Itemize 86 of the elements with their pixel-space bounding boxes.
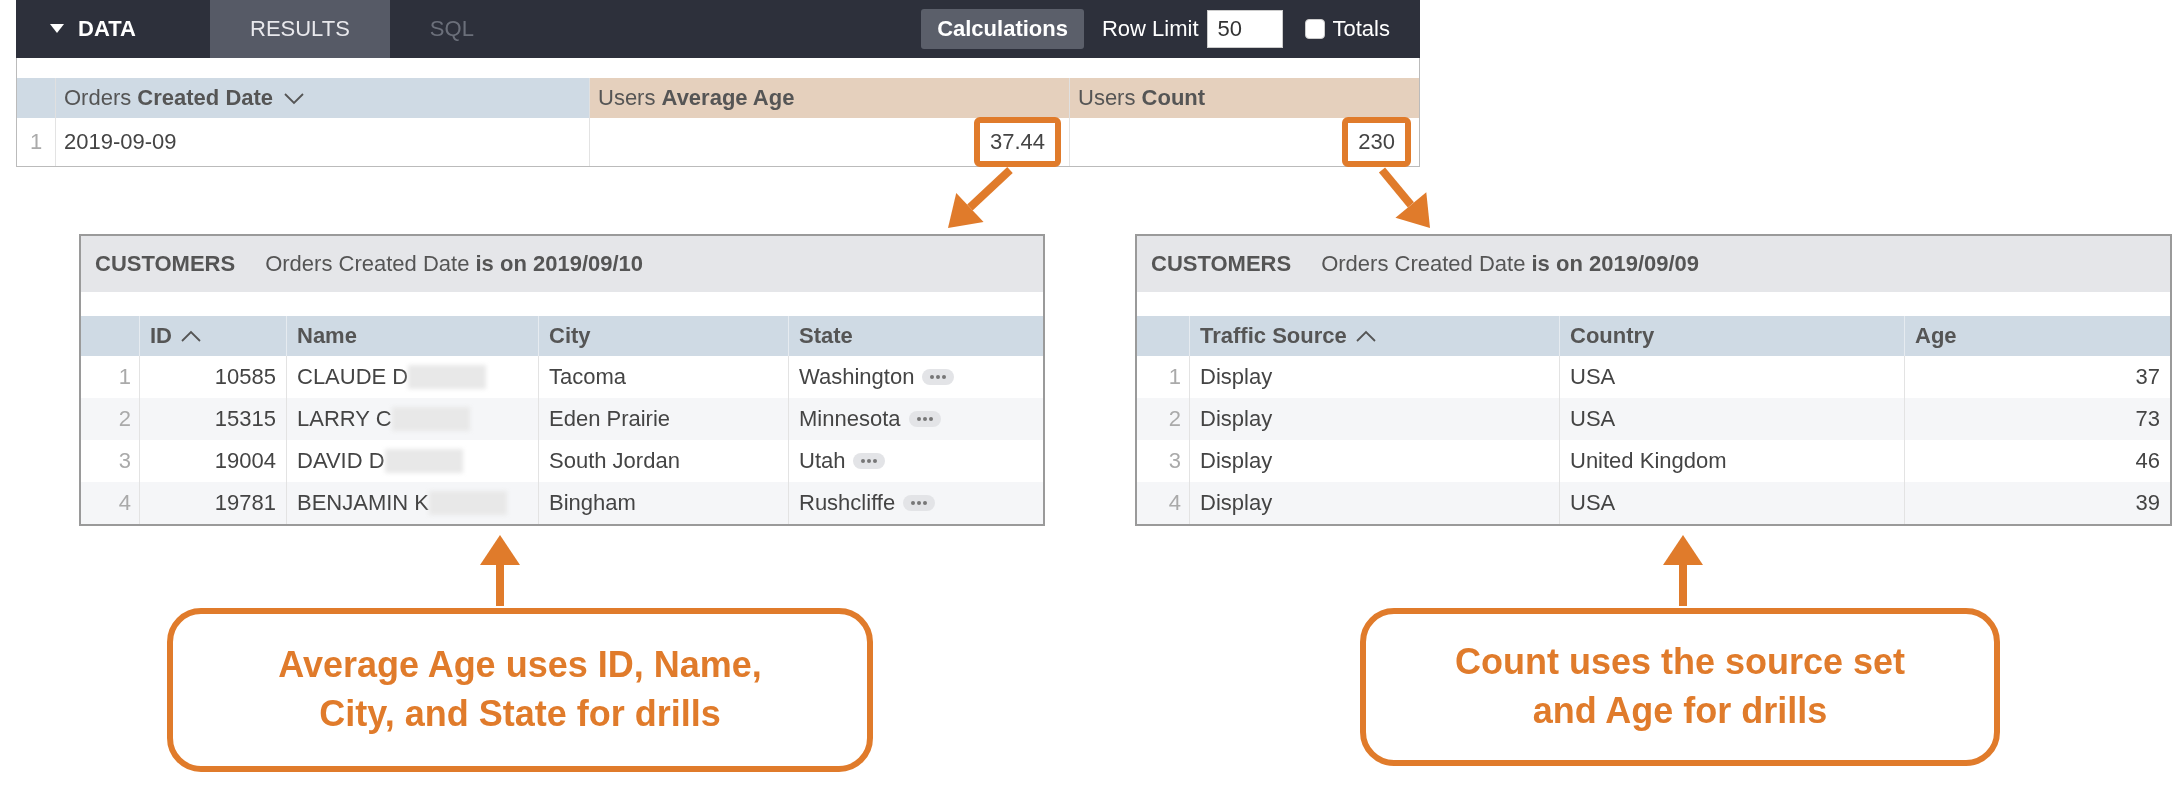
table-cell: Bingham (549, 490, 636, 516)
chevron-down-icon (283, 91, 306, 105)
table-cell: 37 (2135, 364, 2160, 390)
filter-description: Orders Created Date is on 2019/09/10 (265, 251, 644, 277)
column-label: Users Average Age (598, 85, 795, 111)
row-number: 1 (1167, 363, 1182, 391)
column-header[interactable]: Country (1559, 316, 1904, 356)
chevron-up-icon (1354, 329, 1377, 343)
arrow (480, 535, 520, 606)
column-header[interactable]: Users Average Age (589, 78, 1069, 118)
filter-description: Orders Created Date is on 2019/09/09 (1321, 251, 1700, 277)
row-limit-field[interactable]: 50 (1206, 10, 1283, 48)
column-header[interactable]: Age (1904, 316, 2170, 356)
row-number: 4 (1137, 482, 1189, 524)
callout-text: Count uses the source set and Age for drills (1453, 640, 1907, 733)
table-cell: 73 (2135, 406, 2160, 432)
table-cell: Rushcliffe (799, 490, 896, 516)
table-cell: DAVID D (297, 448, 385, 474)
column-label: Orders Created Date (64, 85, 274, 111)
row-number: 1 (117, 363, 132, 391)
tab[interactable]: RESULTS (210, 0, 390, 58)
arrow (948, 167, 1013, 228)
more-icon[interactable] (853, 453, 886, 469)
table-cell: 15315 (214, 406, 276, 432)
column-label: Country (1570, 323, 1655, 349)
table-cell: USA (1570, 406, 1616, 432)
column-label: Users Count (1078, 85, 1206, 111)
highlighted-value: 230 (1342, 117, 1411, 167)
table-cell: Eden Prairie (549, 406, 671, 432)
table-cell: USA (1570, 364, 1616, 390)
row-number: 4 (81, 482, 139, 524)
table-cell: 10585 (214, 364, 276, 390)
table-cell: Display (1200, 448, 1273, 474)
arrow (1663, 535, 1703, 606)
caret-down-icon[interactable] (50, 24, 64, 34)
column-header[interactable]: City (538, 316, 788, 356)
column-header[interactable]: Orders Created Date (55, 78, 589, 118)
panel-title: CUSTOMERS (1151, 251, 1292, 277)
table-cell: Tacoma (549, 364, 627, 390)
table-cell: Utah (799, 448, 846, 474)
more-icon[interactable] (908, 411, 941, 427)
table-cell: 39 (2135, 490, 2160, 516)
column-label: ID (150, 323, 172, 349)
chevron-up-icon (180, 329, 202, 343)
calculations-button[interactable]: Calculations (921, 9, 1084, 49)
column-label: Name (297, 323, 357, 349)
table-cell: LARRY C (297, 406, 392, 432)
row-number: 3 (1167, 447, 1182, 475)
column-header[interactable]: Users Count (1069, 78, 1419, 118)
column-label: State (799, 323, 853, 349)
row-number: 1 (28, 128, 44, 156)
table-cell: USA (1570, 490, 1616, 516)
column-label: City (549, 323, 591, 349)
table-cell: 19781 (214, 490, 276, 516)
table-cell: Washington (799, 364, 915, 390)
row-number: 2 (1137, 398, 1189, 440)
panel-title: CUSTOMERS (95, 251, 236, 277)
more-icon[interactable] (922, 369, 955, 385)
header-background (17, 78, 55, 118)
totals-checkbox[interactable] (1304, 19, 1325, 39)
more-icon[interactable] (903, 495, 936, 511)
row-number: 2 (81, 398, 139, 440)
column-header[interactable]: Traffic Source (1189, 316, 1559, 356)
table-cell: United Kingdom (1570, 448, 1727, 474)
column-header[interactable]: Name (286, 316, 538, 356)
arrow (1378, 167, 1430, 228)
callout-text: Average Age uses ID, Name, City, and State for drills (277, 643, 763, 736)
table-cell: 2019-09-09 (64, 129, 177, 155)
table-cell: Display (1200, 406, 1273, 432)
table-cell: Display (1200, 490, 1273, 516)
column-header[interactable]: State (788, 316, 1043, 356)
column-label: Age (1915, 323, 1957, 349)
row-number: 3 (117, 447, 132, 475)
table-cell: Display (1200, 364, 1273, 390)
table-cell: BENJAMIN K (297, 490, 430, 516)
table-cell: 19004 (214, 448, 276, 474)
totals-label: Totals (1332, 16, 1390, 42)
row-limit-label: Row Limit (1101, 16, 1199, 42)
column-label: Traffic Source (1200, 323, 1347, 349)
column-header[interactable]: ID (139, 316, 286, 356)
table-cell: 46 (2135, 448, 2160, 474)
table-cell: CLAUDE D (297, 364, 409, 390)
section-title: DATA (78, 16, 136, 42)
highlighted-value: 37.44 (973, 117, 1061, 167)
table-cell: South Jordan (549, 448, 680, 474)
table-cell: Minnesota (799, 406, 901, 432)
